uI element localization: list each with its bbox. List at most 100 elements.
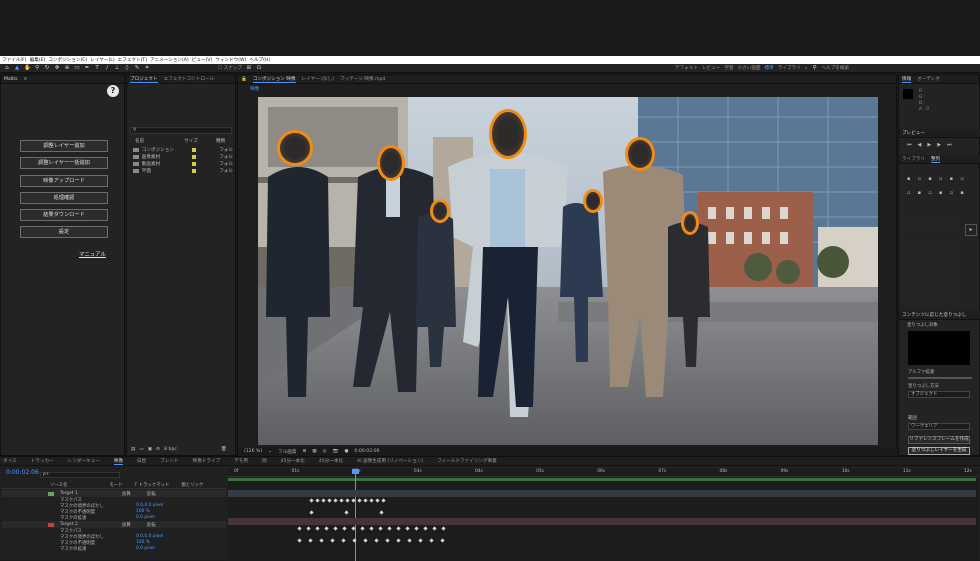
settings-button[interactable]: 設定: [20, 226, 108, 238]
tab-layer[interactable]: レイヤー (なし): [302, 76, 334, 82]
delete-icon[interactable]: 🗑: [221, 447, 227, 452]
workspace-standard[interactable]: 標準: [765, 65, 774, 71]
work-area-bar[interactable]: [228, 478, 976, 481]
keyframe-marker[interactable]: [414, 526, 419, 531]
first-frame-icon[interactable]: ⏮: [907, 142, 912, 148]
keyframe-marker[interactable]: [418, 538, 423, 543]
tab-audio[interactable]: オーディオ: [917, 76, 940, 82]
menu-view[interactable]: ビュー(V): [192, 57, 213, 63]
keyframe-marker[interactable]: [407, 538, 412, 543]
keyframe-marker[interactable]: [387, 526, 392, 531]
settings-icon[interactable]: ⚙: [156, 447, 160, 452]
tab-align[interactable]: 整列: [930, 156, 941, 163]
keyframe-marker[interactable]: [306, 526, 311, 531]
timeline-search-input[interactable]: ρ+: [40, 472, 120, 478]
panel-menu-icon[interactable]: ≡: [24, 77, 28, 82]
menu-animation[interactable]: アニメーション(A): [150, 57, 189, 63]
tab-timeline-10[interactable]: 45分一本化: [319, 458, 343, 464]
timeline-track-area[interactable]: 0f 01s 02s 03s 04s 05s 06s 07s 08s 09s 1…: [228, 469, 978, 561]
keyframe-marker[interactable]: [315, 498, 320, 503]
keyframe-marker[interactable]: [333, 526, 338, 531]
mode-header[interactable]: モード: [109, 482, 122, 488]
menu-edit[interactable]: 編集(E): [30, 57, 46, 63]
tab-effect-controls[interactable]: エフェクトコントロール: [164, 76, 215, 82]
transparency-grid-icon[interactable]: ▦: [312, 449, 316, 454]
help-search-input[interactable]: ヘルプを検索: [822, 65, 850, 71]
bpc-label[interactable]: 8 bpc: [164, 447, 177, 452]
camera-tool-icon[interactable]: ✥: [54, 65, 60, 71]
interpret-footage-icon[interactable]: ▤: [131, 447, 135, 452]
keyframe-marker[interactable]: [423, 526, 428, 531]
video-frame[interactable]: [258, 97, 878, 445]
table-row[interactable]: マスクの拡張 0.0 pixel: [2, 546, 226, 552]
keyframe-marker[interactable]: [324, 526, 329, 531]
keyframe-marker[interactable]: [429, 538, 434, 543]
keyframe-marker[interactable]: [297, 538, 302, 543]
face-mask-2[interactable]: [377, 145, 405, 181]
tab-timeline-0[interactable]: ボイス: [3, 458, 17, 464]
tab-timeline-6[interactable]: 映像ドライブ: [193, 458, 221, 464]
help-icon[interactable]: ?: [107, 85, 119, 97]
eraser-tool-icon[interactable]: ◊: [124, 65, 130, 71]
lock-icon[interactable]: 🔒: [241, 77, 247, 82]
puppet-tool-icon[interactable]: ✶: [144, 65, 150, 71]
menu-help[interactable]: ヘルプ(H): [249, 57, 270, 63]
anchor-tool-icon[interactable]: ⊕: [64, 65, 70, 71]
playhead[interactable]: [355, 469, 356, 561]
range-dropdown[interactable]: ワークエリア: [908, 423, 970, 430]
tab-timeline-7[interactable]: デモ用: [234, 458, 248, 464]
pen-tool-icon[interactable]: ✒: [84, 65, 90, 71]
download-result-button[interactable]: 結果ダウンロード: [20, 209, 108, 221]
create-reference-frame-button[interactable]: リファレンスフレームを作成: [908, 436, 970, 444]
zoom-tool-icon[interactable]: ⚲: [34, 65, 40, 71]
quality-dropdown[interactable]: フル画質: [278, 449, 296, 455]
hand-tool-icon[interactable]: ✋: [24, 65, 31, 71]
upload-video-button[interactable]: 映像アップロード: [20, 175, 108, 187]
workspace-libraries[interactable]: ライブラリ: [778, 65, 801, 71]
workspace-small-screen[interactable]: 小さい画面: [738, 65, 761, 71]
prev-frame-icon[interactable]: ◀: [918, 142, 922, 148]
column-name[interactable]: 名前: [135, 138, 144, 144]
keyframe-marker[interactable]: [396, 526, 401, 531]
tab-info[interactable]: 情報: [902, 76, 912, 83]
region-icon[interactable]: ⊞: [302, 449, 306, 454]
snap-grid-icon[interactable]: ⊡: [256, 65, 262, 71]
keyframe-marker[interactable]: [363, 498, 368, 503]
parent-header[interactable]: 親とリンク: [181, 482, 203, 488]
keyframe-marker[interactable]: [351, 498, 356, 503]
brush-tool-icon[interactable]: /: [104, 65, 110, 71]
keyframe-marker[interactable]: [374, 538, 379, 543]
keyframe-marker[interactable]: [308, 538, 313, 543]
viewer-timecode[interactable]: 0:00:02:06: [354, 449, 379, 454]
keyframe-marker[interactable]: [352, 538, 357, 543]
keyframe-marker[interactable]: [339, 498, 344, 503]
keyframe-marker[interactable]: [297, 526, 302, 531]
alpha-slider[interactable]: [908, 377, 972, 379]
comp-breadcrumb[interactable]: 映像: [250, 86, 259, 92]
tab-project[interactable]: プロジェクト: [130, 76, 158, 83]
new-comp-icon[interactable]: ▣: [148, 447, 152, 452]
snap-checkbox[interactable]: ☐ スナップ: [218, 65, 242, 71]
next-frame-icon[interactable]: ▶: [937, 142, 941, 148]
keyframe-marker[interactable]: [360, 526, 365, 531]
keyframe-marker[interactable]: [342, 526, 347, 531]
table-row[interactable]: Target 1 加算 反転: [2, 490, 226, 497]
keyframe-marker[interactable]: [327, 498, 332, 503]
generate-fill-layer-button[interactable]: 塗りつぶしレイヤーを生成: [908, 447, 970, 455]
list-item[interactable]: 画像素材 フォル: [133, 153, 233, 160]
workspace-review[interactable]: レビュー: [702, 65, 720, 71]
keyframe-marker[interactable]: [405, 526, 410, 531]
layer-trackmatte[interactable]: 反転: [147, 491, 156, 497]
keyframe-marker[interactable]: [369, 498, 374, 503]
keyframe-marker[interactable]: [309, 510, 314, 515]
align-grid[interactable]: ▪ ▫ ▪ ▫ ▪ ▫ ▫ ▪ ▫ ▪ ▫ ▪: [907, 176, 967, 200]
clone-tool-icon[interactable]: ⊥: [114, 65, 120, 71]
keyframe-marker[interactable]: [333, 498, 338, 503]
menu-window[interactable]: ウィンドウ(W): [215, 57, 246, 63]
property-value[interactable]: 0.0 pixel: [136, 546, 155, 552]
keyframe-marker[interactable]: [363, 538, 368, 543]
keyframe-marker[interactable]: [345, 498, 350, 503]
keyframe-marker[interactable]: [375, 498, 380, 503]
add-adjustment-layer-button[interactable]: 調整レイヤー追加: [20, 140, 108, 152]
workspace-more-icon[interactable]: »: [805, 66, 808, 71]
